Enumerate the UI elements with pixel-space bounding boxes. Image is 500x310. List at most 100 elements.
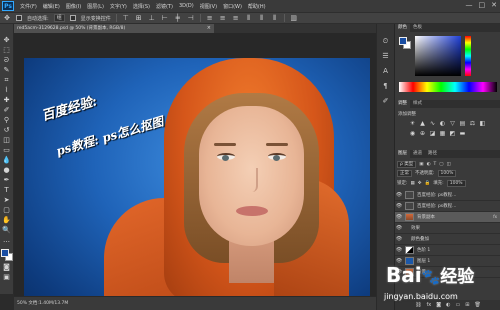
color-balance-icon[interactable]: ⚖ bbox=[469, 120, 476, 127]
history-brush-tool-icon[interactable]: ↺ bbox=[2, 126, 12, 134]
layer-effect-row[interactable]: 👁 颜色叠加 bbox=[395, 234, 500, 245]
auto-select-dropdown[interactable]: 组 bbox=[53, 14, 65, 22]
layer-row[interactable]: 👁 百度经验: ps教程... bbox=[395, 190, 500, 201]
auto-align-icon[interactable]: ▥ bbox=[290, 14, 298, 22]
marquee-tool-icon[interactable]: ⬚ bbox=[2, 46, 12, 54]
exposure-icon[interactable]: ◐ bbox=[439, 120, 446, 127]
image-canvas[interactable]: 百度经验: ps教程: ps怎么抠图 bbox=[24, 58, 370, 310]
menu-filter[interactable]: 滤镜(T) bbox=[156, 3, 173, 10]
distribute-middle-icon[interactable]: ≡ bbox=[219, 14, 227, 22]
screen-mode-icon[interactable]: ▣ bbox=[2, 273, 12, 281]
tab-paths[interactable]: 路径 bbox=[425, 150, 440, 158]
pen-tool-icon[interactable]: ✒ bbox=[2, 176, 12, 184]
layer-row-selected[interactable]: 👁 背景副本 fx bbox=[395, 212, 500, 223]
menu-layer[interactable]: 图层(L) bbox=[87, 3, 104, 10]
zoom-tool-icon[interactable]: 🔍 bbox=[2, 226, 12, 234]
show-transform-checkbox[interactable] bbox=[69, 15, 76, 21]
menu-window[interactable]: 窗口(W) bbox=[223, 3, 242, 10]
close-tab-button[interactable]: × bbox=[207, 24, 211, 33]
filter-smart-icon[interactable]: ◫ bbox=[447, 162, 451, 167]
minimize-button[interactable]: — bbox=[466, 1, 473, 9]
filter-pixel-icon[interactable]: ▣ bbox=[419, 162, 423, 167]
vibrance-icon[interactable]: ▽ bbox=[449, 120, 456, 127]
type-tool-icon[interactable]: T bbox=[2, 186, 12, 194]
blend-mode-dropdown[interactable]: 正常 bbox=[397, 169, 412, 177]
layer-effect-row[interactable]: 👁 效果 bbox=[395, 223, 500, 234]
shape-tool-icon[interactable]: ▢ bbox=[2, 206, 12, 214]
auto-select-checkbox[interactable] bbox=[16, 15, 22, 21]
history-panel-icon[interactable]: ⏲ bbox=[381, 36, 391, 46]
distribute-center-icon[interactable]: ⦀ bbox=[258, 14, 266, 22]
visibility-eye-icon[interactable]: 👁 bbox=[395, 225, 403, 231]
levels-icon[interactable]: ▲ bbox=[419, 120, 426, 127]
align-right-icon[interactable]: ⊣ bbox=[187, 14, 195, 22]
lock-pixels-icon[interactable]: ▦ bbox=[411, 181, 415, 186]
tab-styles[interactable]: 样式 bbox=[410, 100, 425, 108]
menu-type[interactable]: 文字(Y) bbox=[110, 3, 127, 10]
curves-icon[interactable]: ∿ bbox=[429, 120, 436, 127]
character-panel-icon[interactable]: A bbox=[381, 66, 391, 76]
document-tab[interactable]: red5acm-3129628.psd @ 50% (背景副本, RGB/8) … bbox=[14, 24, 214, 33]
menu-view[interactable]: 视图(V) bbox=[200, 3, 217, 10]
menu-help[interactable]: 帮助(H) bbox=[248, 3, 266, 10]
brush-tool-icon[interactable]: ✐ bbox=[2, 106, 12, 114]
opacity-input[interactable]: 100% bbox=[437, 169, 457, 177]
menu-select[interactable]: 选择(S) bbox=[133, 3, 150, 10]
paragraph-panel-icon[interactable]: ¶ bbox=[381, 81, 391, 91]
distribute-top-icon[interactable]: ≡ bbox=[206, 14, 214, 22]
distribute-right-icon[interactable]: ⦀ bbox=[271, 14, 279, 22]
filter-type-icon[interactable]: T bbox=[434, 162, 437, 167]
dodge-tool-icon[interactable]: ● bbox=[2, 166, 12, 174]
menu-edit[interactable]: 编辑(E) bbox=[43, 3, 60, 10]
tab-color[interactable]: 颜色 bbox=[395, 24, 410, 32]
hue-slider[interactable] bbox=[465, 36, 471, 76]
align-top-icon[interactable]: ⊤ bbox=[122, 14, 130, 22]
layer-effects-badge[interactable]: fx bbox=[493, 214, 497, 219]
photo-filter-icon[interactable]: ◉ bbox=[409, 130, 416, 137]
menu-image[interactable]: 图像(I) bbox=[66, 3, 81, 10]
hue-saturation-icon[interactable]: ▤ bbox=[459, 120, 466, 127]
layer-row[interactable]: 👁 百度经验: ps教程... bbox=[395, 201, 500, 212]
eraser-tool-icon[interactable]: ◫ bbox=[2, 136, 12, 144]
color-picker-field[interactable] bbox=[415, 36, 461, 76]
filter-shape-icon[interactable]: ▢ bbox=[439, 162, 443, 167]
lock-position-icon[interactable]: ✥ bbox=[418, 181, 422, 186]
distribute-left-icon[interactable]: ⦀ bbox=[245, 14, 253, 22]
brush-panel-icon[interactable]: ✐ bbox=[381, 96, 391, 106]
tab-swatches[interactable]: 色板 bbox=[410, 24, 425, 32]
brightness-icon[interactable]: ☀ bbox=[409, 120, 416, 127]
color-swatches[interactable] bbox=[0, 249, 13, 261]
invert-icon[interactable]: ◪ bbox=[429, 130, 436, 137]
posterize-icon[interactable]: ▦ bbox=[439, 130, 446, 137]
tab-layers[interactable]: 图层 bbox=[395, 150, 410, 158]
filter-adjust-icon[interactable]: ◐ bbox=[427, 162, 431, 167]
distribute-bottom-icon[interactable]: ≡ bbox=[232, 14, 240, 22]
move-tool-icon[interactable]: ✥ bbox=[2, 36, 12, 44]
align-center-icon[interactable]: ╪ bbox=[174, 14, 182, 22]
close-button[interactable]: ✕ bbox=[491, 1, 497, 9]
menu-3d[interactable]: 3D(D) bbox=[179, 3, 194, 9]
lasso-tool-icon[interactable]: ᘐ bbox=[2, 56, 12, 64]
threshold-icon[interactable]: ◩ bbox=[449, 130, 456, 137]
align-left-icon[interactable]: ⊢ bbox=[161, 14, 169, 22]
visibility-eye-icon[interactable]: 👁 bbox=[395, 192, 403, 198]
gradient-map-icon[interactable]: ▬ bbox=[459, 130, 466, 137]
quick-select-tool-icon[interactable]: ✎ bbox=[2, 66, 12, 74]
eyedropper-tool-icon[interactable]: ⌇ bbox=[2, 86, 12, 94]
layer-kind-filter[interactable]: ρ 类型 bbox=[397, 160, 417, 168]
black-white-icon[interactable]: ◧ bbox=[479, 120, 486, 127]
menu-file[interactable]: 文件(F) bbox=[20, 3, 37, 10]
align-middle-icon[interactable]: ⊞ bbox=[135, 14, 143, 22]
foreground-color-swatch[interactable] bbox=[0, 249, 9, 257]
fill-input[interactable]: 100% bbox=[446, 179, 466, 187]
layer-row[interactable]: 👁 色阶 1 bbox=[395, 245, 500, 256]
gradient-tool-icon[interactable]: ▭ bbox=[2, 146, 12, 154]
visibility-eye-icon[interactable]: 👁 bbox=[395, 247, 403, 253]
more-tools-icon[interactable]: … bbox=[2, 236, 12, 244]
lock-all-icon[interactable]: 🔒 bbox=[425, 181, 431, 186]
align-bottom-icon[interactable]: ⊥ bbox=[148, 14, 156, 22]
hand-tool-icon[interactable]: ✋ bbox=[2, 216, 12, 224]
path-select-tool-icon[interactable]: ➤ bbox=[2, 196, 12, 204]
healing-brush-tool-icon[interactable]: ✚ bbox=[2, 96, 12, 104]
move-tool-icon[interactable]: ✥ bbox=[3, 14, 11, 22]
